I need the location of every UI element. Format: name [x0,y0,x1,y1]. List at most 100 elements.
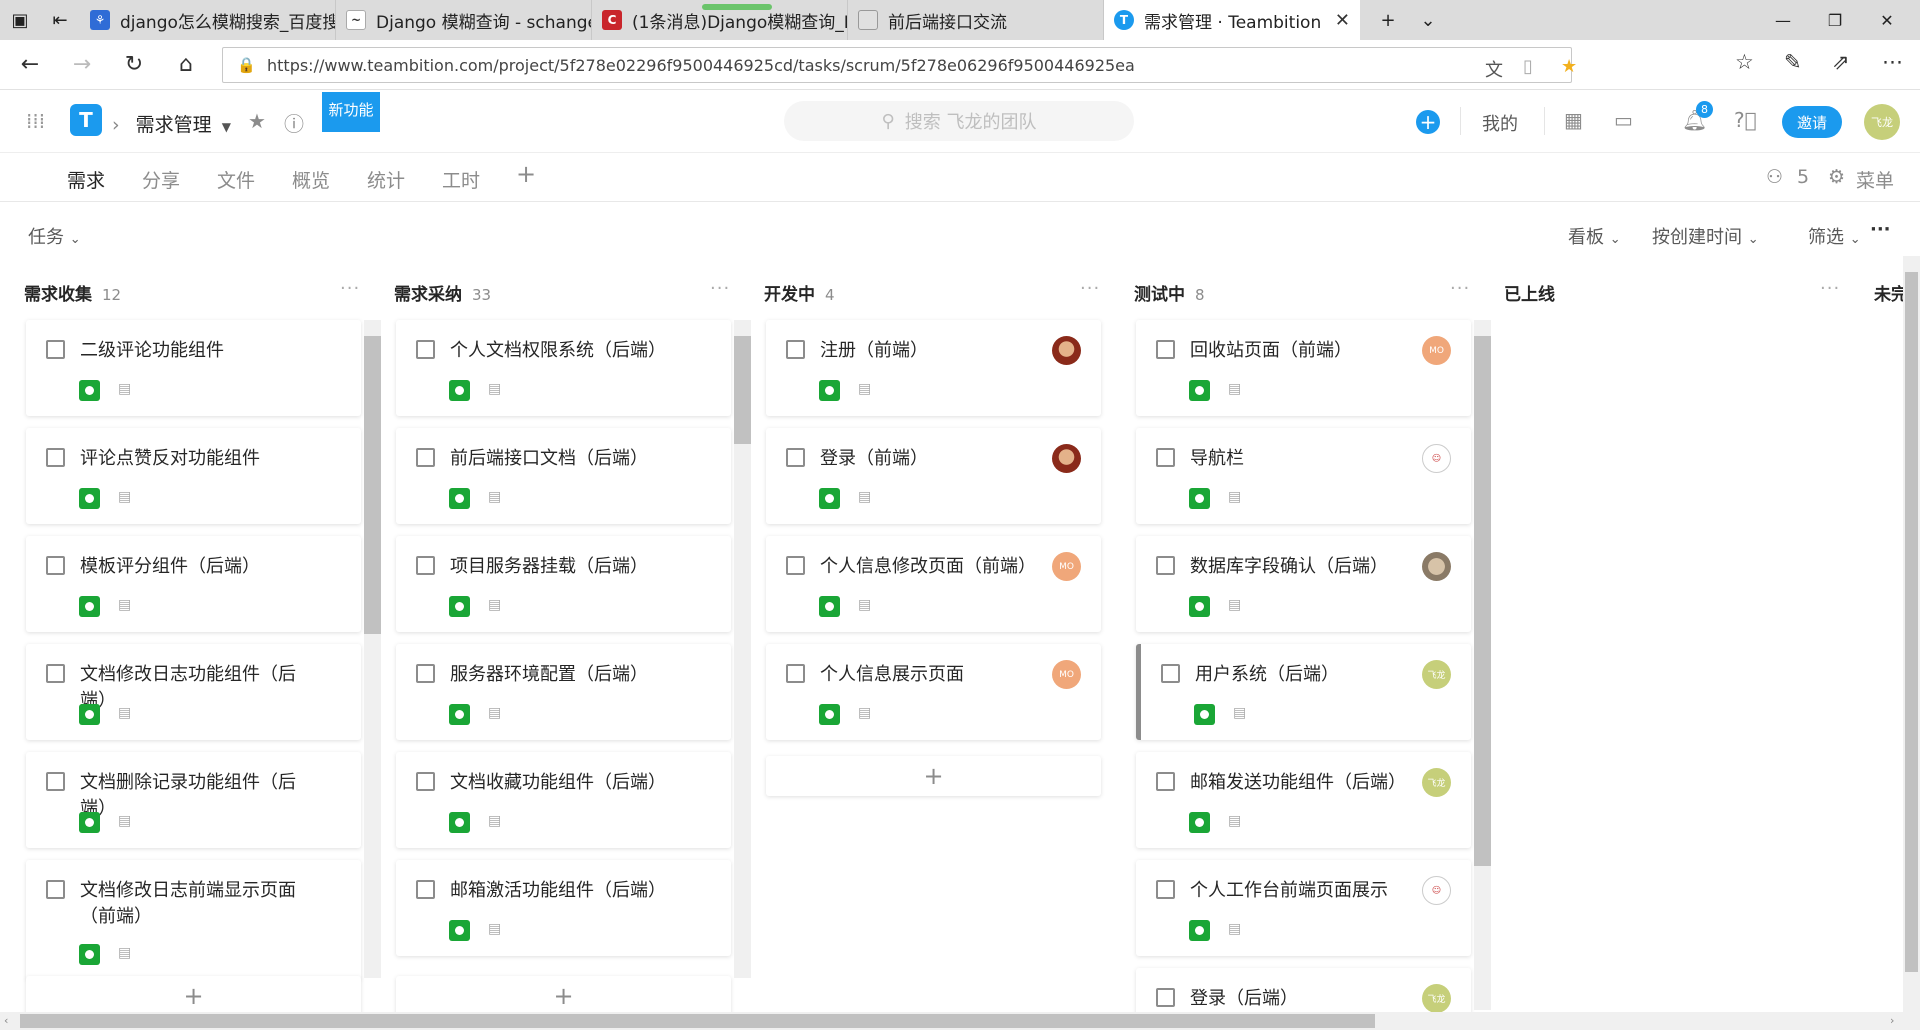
menu-settings-icon[interactable]: ⚙ [1828,166,1845,188]
task-checkbox[interactable] [1156,340,1175,359]
assignee-avatar[interactable]: MO [1422,336,1451,365]
task-card[interactable]: 二级评论功能组件 ▤ [26,320,361,416]
task-card[interactable]: 登录（后端）▤飞龙 [1136,968,1471,1012]
browser-tab-3[interactable]: C (1条消息)Django模糊查询_L [592,0,848,40]
tab-requirements[interactable]: 需求 [67,166,106,207]
task-checkbox[interactable] [786,448,805,467]
browser-tab-active[interactable]: T 需求管理 · Teambition ✕ [1104,0,1360,40]
board-horizontal-scrollbar[interactable]: ‹ › [0,1012,1920,1030]
assignee-avatar[interactable]: ☺ [1422,444,1451,473]
task-checkbox[interactable] [416,556,435,575]
help-icon[interactable]: ?⃝ [1734,108,1757,132]
task-checkbox[interactable] [46,772,65,791]
more-options-icon[interactable]: ··· [1870,219,1891,240]
scroll-thumb[interactable] [1474,336,1491,866]
task-card[interactable]: 导航栏 ▤ ☺ [1136,428,1471,524]
task-card[interactable]: 前后端接口文档（后端） ▤ [396,428,731,524]
members-icon[interactable]: ⚇ [1766,166,1783,188]
task-checkbox[interactable] [416,880,435,899]
assignee-avatar[interactable]: MO [1052,552,1081,581]
forward-icon[interactable]: → [60,43,104,87]
task-card[interactable]: 个人文档权限系统（后端） ▤ [396,320,731,416]
column-header[interactable]: 开发中 4 [764,280,835,305]
assignee-avatar[interactable]: 飞龙 [1422,660,1451,689]
url-field[interactable]: 🔒 https://www.teambition.com/project/5f2… [222,47,1577,83]
task-checkbox[interactable] [416,340,435,359]
assignee-avatar[interactable] [1052,444,1081,473]
task-card[interactable]: 个人工作台前端页面展示 ▤ ☺ [1136,860,1471,956]
menu-button[interactable]: 菜单 [1856,166,1894,193]
tab-overview[interactable]: 概览 [292,166,330,193]
sort-selector[interactable]: 按创建时间 ⌄ [1652,223,1759,249]
add-task-button[interactable]: + [766,756,1101,796]
share-icon[interactable]: ⇗ [1832,50,1850,74]
tab-list-chevron-icon[interactable]: ⌄ [1408,0,1448,40]
scroll-thumb[interactable] [734,336,751,444]
members-count[interactable]: 5 [1797,166,1809,188]
project-selector[interactable]: › 需求管理 ▼ [112,110,231,137]
task-checkbox[interactable] [46,448,65,467]
scroll-left-icon[interactable]: ‹ [4,1014,8,1027]
star-icon[interactable]: ★ [248,109,266,133]
column-more-icon[interactable]: ··· [710,278,730,299]
scroll-thumb[interactable] [1905,272,1918,972]
browser-tab-1[interactable]: ⚘ django怎么模糊搜索_百度搜 [80,0,336,40]
task-checkbox[interactable] [1156,448,1175,467]
home-icon[interactable]: ⌂ [164,43,208,87]
info-icon[interactable]: ⓘ [284,108,304,137]
task-card[interactable]: 数据库字段确认（后端） ▤ [1136,536,1471,632]
add-task-button[interactable]: + [396,976,731,1012]
mine-link[interactable]: 我的 [1482,110,1518,136]
task-card[interactable]: 注册（前端） ▤ [766,320,1101,416]
add-tab-icon[interactable]: + [516,160,536,188]
task-card[interactable]: 文档修改日志前端显示页面（前端） ▤ [26,860,361,980]
search-input[interactable]: ⚲ 搜索 飞龙的团队 [784,101,1134,141]
task-card[interactable]: 文档收藏功能组件（后端） ▤ [396,752,731,848]
task-checkbox[interactable] [1156,880,1175,899]
column-more-icon[interactable]: ··· [1820,278,1840,299]
tab-share[interactable]: 分享 [142,166,180,193]
assignee-avatar[interactable]: ☺ [1422,876,1451,905]
more-icon[interactable]: ⋯ [1882,50,1903,74]
scroll-thumb[interactable] [364,336,381,634]
task-checkbox[interactable] [786,340,805,359]
avatar[interactable]: 飞龙 [1864,104,1900,140]
task-checkbox[interactable] [1156,556,1175,575]
task-checkbox[interactable] [46,880,65,899]
page-vertical-scrollbar[interactable] [1903,256,1920,1012]
column-more-icon[interactable]: ··· [1080,278,1100,299]
assignee-avatar[interactable]: 飞龙 [1422,984,1451,1012]
task-checkbox[interactable] [1161,664,1180,683]
reading-view-icon[interactable]: ▯ [1523,56,1533,77]
assignee-avatar[interactable]: 飞龙 [1422,768,1451,797]
task-card[interactable]: 登录（前端） ▤ [766,428,1101,524]
column-scrollbar[interactable] [734,320,751,978]
new-tab-icon[interactable]: + [1368,0,1408,40]
task-checkbox[interactable] [46,556,65,575]
tab-worktime[interactable]: 工时 [442,166,480,193]
add-task-button[interactable]: + [26,976,361,1012]
column-header[interactable]: 已上线 [1504,280,1555,305]
back-icon[interactable]: ← [8,43,52,87]
task-card[interactable]: 个人信息展示页面 ▤ MO [766,644,1101,740]
task-card[interactable]: 个人信息修改页面（前端） ▤ MO [766,536,1101,632]
task-card[interactable]: 文档修改日志功能组件（后端） ▤ [26,644,361,740]
column-header[interactable]: 需求收集 12 [24,280,121,305]
task-checkbox[interactable] [1156,772,1175,791]
set-tabs-aside-icon[interactable]: ⇤ [40,0,80,40]
scroll-thumb[interactable] [20,1014,1375,1028]
task-checkbox[interactable] [786,556,805,575]
favorite-star-icon[interactable]: ★ [1561,56,1577,77]
task-type-selector[interactable]: 任务 ⌄ [28,223,81,249]
teambition-logo-icon[interactable]: T [70,104,102,136]
task-checkbox[interactable] [416,448,435,467]
task-card[interactable]: 回收站页面（前端） ▤ MO [1136,320,1471,416]
browser-tab-4[interactable]: 前后端接口交流 [848,0,1104,40]
task-checkbox[interactable] [46,664,65,683]
task-card[interactable]: 服务器环境配置（后端） ▤ [396,644,731,740]
assignee-avatar[interactable] [1422,552,1451,581]
translate-icon[interactable]: ⽂ [1485,56,1503,82]
column-scrollbar[interactable] [1474,320,1491,1010]
column-header[interactable]: 需求采纳 33 [394,280,491,305]
minimize-icon[interactable]: — [1760,0,1806,40]
